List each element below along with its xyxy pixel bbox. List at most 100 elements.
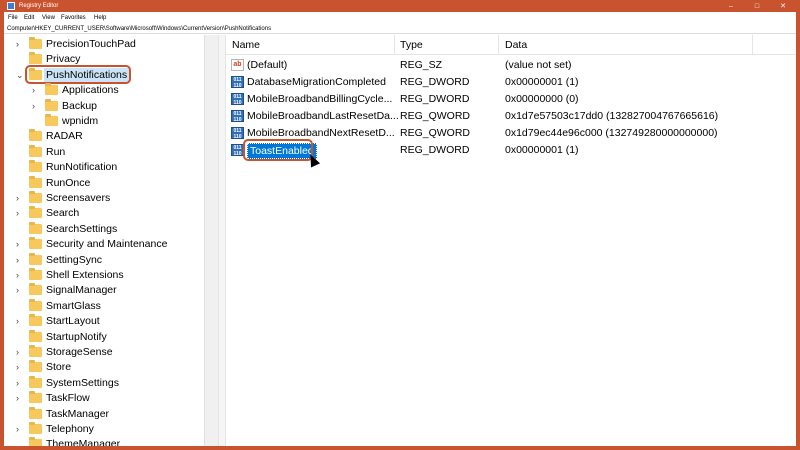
expand-arrow-icon[interactable]: › — [16, 377, 26, 389]
list-header: Name Type Data — [226, 35, 796, 55]
folder-icon — [45, 98, 58, 111]
tree-item-label: TaskManager — [46, 407, 110, 420]
tree-item-label: SearchSettings — [46, 222, 118, 235]
tree-item-label: TaskFlow — [46, 392, 90, 405]
value-row[interactable]: 011 110 MobileBroadbandLastResetDa... REG_… — [226, 108, 796, 124]
registry-editor-icon — [7, 2, 15, 10]
folder-icon — [29, 283, 42, 296]
folder-icon — [29, 252, 42, 265]
folder-icon — [29, 329, 42, 342]
menu-edit[interactable]: Edit — [24, 15, 34, 21]
folder-icon — [29, 345, 42, 357]
column-type-header[interactable]: Type — [400, 39, 423, 51]
string-value-icon: ab — [231, 59, 244, 71]
window-title: Registry Editor — [19, 3, 59, 9]
menu-favorites[interactable]: Favorites — [61, 15, 86, 21]
tree-item-label: Search — [46, 207, 80, 220]
tree-item-label: RunOnce — [46, 176, 91, 189]
value-type: REG_QWORD — [400, 127, 471, 139]
tree-item-label: Applications — [62, 84, 119, 97]
folder-icon — [45, 114, 58, 126]
expand-arrow-icon[interactable]: › — [16, 269, 26, 281]
column-name-header[interactable]: Name — [232, 39, 260, 51]
expand-arrow-icon[interactable]: › — [16, 254, 26, 266]
value-data: 0x1d7e57503c17dd0 (132827004767665616) — [505, 110, 719, 122]
value-row[interactable]: 011 110 MobileBroadbandNextResetD... REG_Q… — [226, 125, 796, 141]
selected-key-highlight — [25, 64, 131, 84]
value-row[interactable]: 011 110 DatabaseMigrationCompleted REG_DWO… — [226, 74, 796, 90]
value-name: (Default) — [247, 59, 288, 71]
tree-item-label: SignalManager — [46, 284, 117, 297]
expand-arrow-icon[interactable]: › — [16, 192, 26, 204]
minimize-button[interactable]: – — [718, 0, 744, 12]
close-button[interactable]: ✕ — [770, 0, 796, 12]
binary-value-icon: 011 110 — [231, 127, 244, 140]
value-name: DatabaseMigrationCompleted — [247, 76, 386, 88]
value-name: MobileBroadbandLastResetDa... — [247, 110, 399, 122]
value-data: 0x1d79ec44e96c000 (132749280000000000) — [505, 127, 718, 139]
folder-icon — [29, 175, 42, 188]
tree-item-label: Store — [46, 361, 72, 374]
value-data: 0x00000001 (1) — [505, 144, 579, 156]
menu-file[interactable]: File — [8, 15, 18, 21]
menu-bar: File Edit View Favorites Help — [4, 12, 796, 24]
tree-item-label: StartLayout — [46, 315, 100, 328]
folder-icon — [29, 406, 42, 419]
tree-item-label: Run — [46, 145, 66, 158]
pane-splitter[interactable] — [218, 35, 226, 446]
folder-icon — [29, 160, 42, 173]
expand-arrow-icon[interactable]: › — [16, 346, 26, 358]
address-bar[interactable]: Computer\HKEY_CURRENT_USER\Software\Micr… — [4, 24, 796, 34]
folder-icon — [29, 298, 42, 311]
expand-arrow-icon[interactable]: › — [32, 100, 42, 112]
title-bar[interactable]: Registry Editor – □ ✕ — [4, 0, 796, 12]
expand-arrow-icon[interactable]: › — [16, 284, 26, 296]
expand-arrow-icon[interactable]: › — [16, 38, 26, 50]
binary-value-icon: 011 110 — [231, 110, 244, 123]
expand-arrow-icon[interactable]: › — [16, 207, 26, 219]
value-type: REG_QWORD — [400, 110, 471, 122]
key-tree: › PrecisionTouchPad Privacy ⌄ PushNotificati… — [4, 35, 216, 446]
tree-scrollbar[interactable] — [204, 35, 218, 446]
tree-item-label: StorageSense — [46, 346, 113, 358]
folder-icon — [29, 144, 42, 157]
folder-icon — [29, 129, 42, 142]
selected-value-highlight — [243, 139, 313, 161]
tree-item-label: SmartGlass — [46, 299, 101, 312]
binary-value-icon: 011 110 — [231, 93, 244, 106]
expand-arrow-icon[interactable]: › — [16, 361, 26, 373]
folder-icon — [45, 83, 58, 96]
maximize-button[interactable]: □ — [744, 0, 770, 12]
expand-arrow-icon[interactable]: › — [16, 423, 26, 435]
registry-editor-window: Registry Editor – □ ✕ File Edit View Fav… — [4, 0, 796, 446]
folder-icon — [29, 375, 42, 388]
folder-icon — [29, 221, 42, 234]
value-type: REG_SZ — [400, 59, 443, 71]
column-data-header[interactable]: Data — [505, 39, 527, 51]
folder-icon — [29, 191, 42, 203]
folder-icon — [29, 391, 42, 404]
folder-icon — [29, 314, 42, 327]
expand-arrow-icon[interactable]: › — [32, 84, 42, 96]
folder-icon — [29, 237, 42, 250]
folder-icon — [29, 37, 42, 49]
folder-icon — [29, 437, 42, 446]
expand-arrow-icon[interactable]: › — [16, 315, 26, 327]
folder-icon — [29, 360, 42, 373]
binary-value-icon: 011 110 — [231, 76, 244, 89]
value-type: REG_DWORD — [400, 93, 470, 105]
value-row[interactable]: ab (Default) REG_SZ (value not set) — [226, 57, 796, 73]
menu-view[interactable]: View — [42, 15, 55, 21]
tree-item-label: StartupNotify — [46, 330, 107, 343]
value-row[interactable]: 011 110 MobileBroadbandBillingCycle... REG… — [226, 91, 796, 107]
menu-help[interactable]: Help — [94, 15, 106, 21]
expand-arrow-icon[interactable]: › — [16, 392, 26, 404]
value-type: REG_DWORD — [400, 76, 470, 88]
tree-item-label: Telephony — [46, 423, 94, 435]
expand-arrow-icon[interactable]: › — [16, 238, 26, 250]
tree-item-label: Screensavers — [46, 192, 111, 204]
tree-item-label: PrecisionTouchPad — [46, 38, 136, 50]
value-data: 0x00000001 (1) — [505, 76, 579, 88]
tree-item-label: wpnidm — [62, 115, 99, 127]
tree-item-label: SettingSync — [46, 253, 103, 266]
